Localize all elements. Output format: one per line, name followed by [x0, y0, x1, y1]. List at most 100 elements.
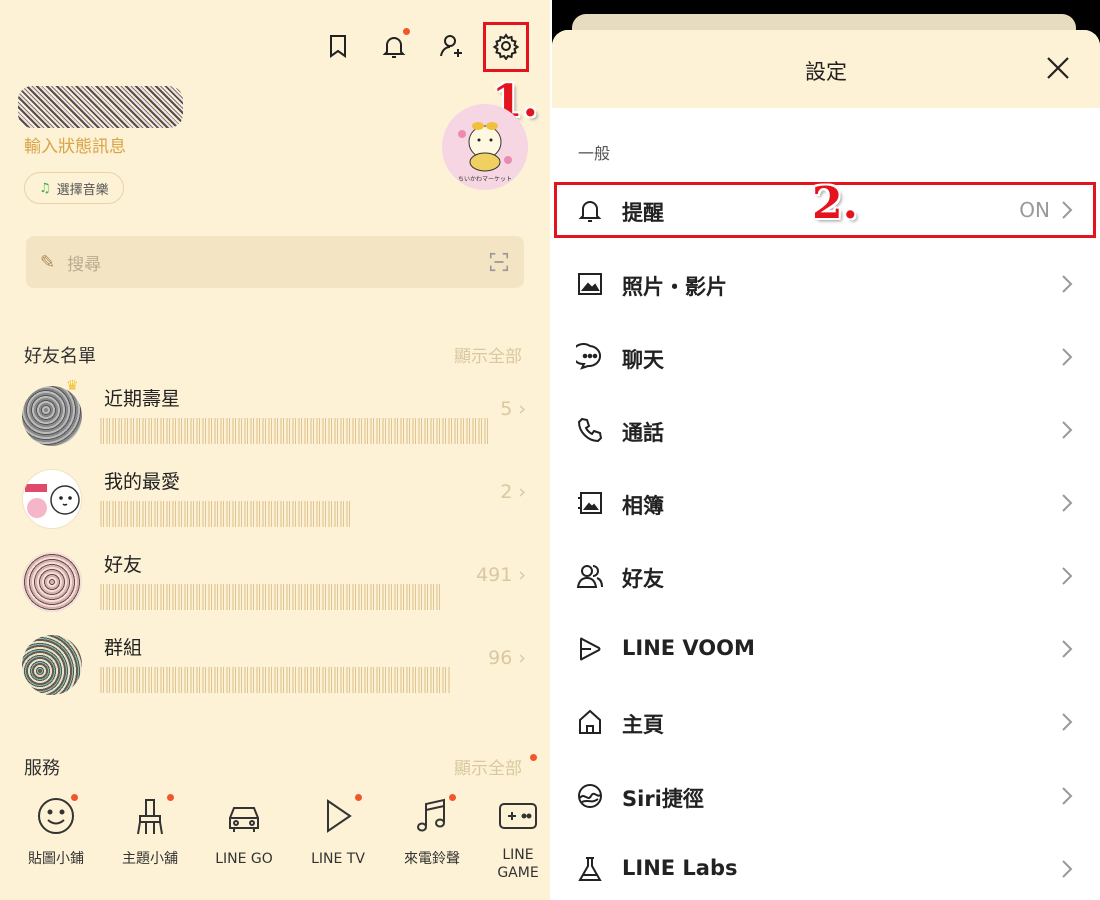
- profile-avatar[interactable]: ちいかわマーケット: [442, 104, 528, 190]
- new-badge: [167, 794, 174, 801]
- friend-group-name: 群組: [104, 637, 143, 659]
- bookmark-icon: [330, 35, 346, 58]
- settings-row-siri-shortcuts[interactable]: Siri捷徑: [552, 766, 1100, 826]
- friend-list-show-all[interactable]: 顯示全部: [454, 342, 522, 367]
- status-message[interactable]: 輸入狀態訊息: [24, 132, 126, 157]
- settings-row-calls[interactable]: 通話: [552, 400, 1100, 460]
- notification-button[interactable]: [376, 28, 412, 64]
- friend-group-name: 我的最愛: [104, 471, 181, 493]
- service-label: LINE GO: [215, 851, 273, 867]
- friend-group-name: 近期壽星: [104, 388, 181, 410]
- settings-highlight: [483, 22, 529, 72]
- select-music-label: 選擇音樂: [56, 182, 109, 198]
- chevron-right-icon: [1062, 494, 1073, 512]
- settings-row-line-labs[interactable]: LINE Labs: [552, 839, 1100, 899]
- bookmark-button[interactable]: [320, 28, 356, 64]
- settings-row-chats[interactable]: 聊天: [552, 327, 1100, 387]
- service-line-go[interactable]: LINE GO: [204, 796, 284, 868]
- friend-group-avatar: [22, 635, 82, 695]
- bell-icon: [382, 37, 406, 58]
- music-note-icon: ♫: [39, 180, 51, 196]
- service-line-tv[interactable]: LINE TV: [298, 794, 378, 868]
- blurred-preview: [100, 418, 490, 444]
- photo-icon: [578, 273, 602, 295]
- friend-group-row[interactable]: 好友 491 ›: [22, 546, 532, 616]
- step-2-label: 2.: [812, 178, 858, 229]
- settings-row-label: 照片・影片: [622, 275, 727, 299]
- voom-icon: [580, 637, 601, 661]
- settings-row-label: LINE VOOM: [622, 636, 755, 660]
- home-icon: [579, 709, 601, 734]
- album-icon: [578, 492, 602, 514]
- service-label: LINE TV: [311, 851, 365, 867]
- search-placeholder: 搜尋: [67, 254, 102, 275]
- settings-row-home[interactable]: 主頁: [552, 692, 1100, 752]
- blurred-preview: [100, 584, 440, 610]
- friend-group-avatar: [22, 552, 82, 612]
- settings-row-line-voom[interactable]: LINE VOOM: [552, 619, 1100, 679]
- music-note-icon: [417, 798, 445, 832]
- chevron-right-icon: [1062, 275, 1073, 293]
- service-label: LINE GAME: [497, 847, 539, 881]
- service-label: 來電鈴聲: [404, 851, 460, 867]
- select-music-button[interactable]: ♫ 選擇音樂: [24, 172, 124, 204]
- settings-row-friends[interactable]: 好友: [552, 546, 1100, 606]
- service-ringtone[interactable]: 來電鈴聲: [392, 794, 472, 868]
- add-friend-icon: [440, 35, 462, 57]
- friend-group-row[interactable]: 群組 96 ›: [22, 629, 532, 699]
- settings-row-label: 相簿: [622, 494, 664, 518]
- qr-scan-icon[interactable]: [488, 251, 510, 273]
- chevron-right-icon: [1062, 787, 1073, 805]
- crown-badge: ♛: [66, 378, 79, 394]
- close-icon[interactable]: [1044, 54, 1072, 82]
- brush-icon: [137, 799, 163, 835]
- services-show-all[interactable]: 顯示全部: [454, 754, 522, 779]
- settings-row-photos-videos[interactable]: 照片・影片: [552, 254, 1100, 314]
- friend-group-row[interactable]: ♛ 近期壽星 5 ›: [22, 378, 532, 450]
- chevron-right-icon: [1062, 640, 1073, 658]
- new-badge: [71, 794, 78, 801]
- settings-sheet: 設定 一般 提醒 ON 2. 照片・影片 聊天 通話 相簿 好友 LINE VO…: [552, 30, 1100, 900]
- settings-row-label: 聊天: [622, 348, 664, 372]
- avatar-caption: ちいかわマーケット: [457, 176, 512, 183]
- chevron-right-icon: [1062, 713, 1073, 731]
- search-bar[interactable]: ✎ 搜尋: [26, 236, 524, 288]
- service-line-game[interactable]: LINE GAME: [486, 796, 550, 882]
- friend-group-avatar: [22, 386, 82, 446]
- siri-icon: [578, 784, 602, 808]
- chevron-right-icon: [1062, 348, 1073, 366]
- chevron-right-icon: [1062, 421, 1073, 439]
- search-icon: ✎: [40, 251, 56, 273]
- new-badge: [449, 794, 456, 801]
- settings-row-label: 通話: [622, 421, 664, 445]
- settings-row-label: 主頁: [622, 713, 664, 737]
- notification-badge: [403, 28, 410, 35]
- friend-group-count: 491 ›: [476, 564, 526, 586]
- friend-group-count: 2 ›: [500, 481, 526, 503]
- add-friend-button[interactable]: [434, 28, 470, 64]
- gamepad-icon: [499, 803, 537, 829]
- general-section-label: 一般: [578, 144, 611, 163]
- service-label: 主題小舖: [122, 851, 178, 867]
- profile-name-blurred: [18, 86, 183, 128]
- settings-header: 設定: [552, 30, 1100, 108]
- friend-group-count: 96 ›: [488, 647, 526, 669]
- settings-row-label: LINE Labs: [622, 856, 738, 880]
- friend-group-count: 5 ›: [500, 398, 526, 420]
- blurred-preview: [100, 501, 350, 527]
- smiley-icon: [38, 798, 74, 834]
- car-icon: [229, 807, 259, 832]
- home-screen: 1. 輸入狀態訊息 ♫ 選擇音樂 ちいかわマーケット ✎ 搜尋 好友名單 顯示全…: [0, 0, 550, 900]
- friend-group-row[interactable]: 我的最愛 2 ›: [22, 463, 532, 533]
- services-title: 服務: [24, 758, 60, 779]
- settings-row-albums[interactable]: 相簿: [552, 473, 1100, 533]
- flask-icon: [578, 857, 602, 881]
- settings-row-label: 好友: [622, 567, 664, 591]
- play-icon: [327, 799, 352, 833]
- service-theme-shop[interactable]: 主題小舖: [110, 794, 190, 868]
- chevron-right-icon: [1062, 567, 1073, 585]
- friend-group-avatar: [22, 469, 82, 529]
- service-sticker-shop[interactable]: 貼圖小鋪: [16, 794, 96, 868]
- friends-icon: [576, 565, 603, 588]
- avatar-illustration: [23, 470, 81, 528]
